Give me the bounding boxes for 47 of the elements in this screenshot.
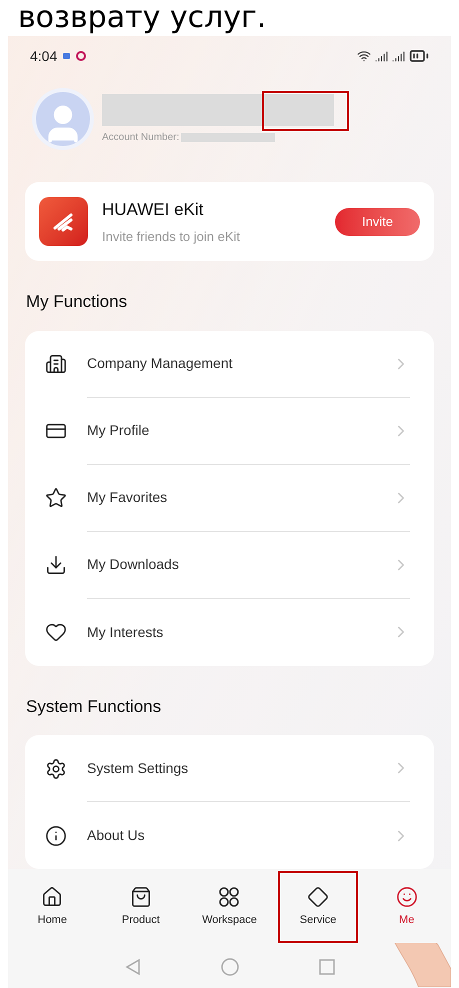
tab[interactable]: Me	[368, 873, 445, 941]
app-logo-icon	[39, 197, 88, 246]
menu-item-label: About Us	[87, 826, 146, 845]
menu-item-label: My Downloads	[87, 555, 180, 574]
menu-item-label: Company Management	[87, 354, 234, 373]
info-icon	[45, 824, 67, 846]
menu-item[interactable]: My Profile	[25, 398, 434, 464]
tab[interactable]: Workspace	[191, 873, 268, 941]
menu-item[interactable]: My Interests	[25, 598, 434, 666]
menu-item-label: My Favorites	[87, 488, 168, 507]
signal-icon	[392, 50, 405, 62]
bag-icon	[130, 886, 152, 908]
section-title: My Functions	[25, 291, 128, 313]
back-icon[interactable]	[124, 958, 140, 976]
menu-item[interactable]: System Settings	[25, 735, 434, 802]
menu-item[interactable]: My Downloads	[25, 532, 434, 598]
menu-item[interactable]: My Favorites	[25, 464, 434, 532]
settings-icon	[45, 758, 67, 780]
tab[interactable]: Product	[102, 873, 179, 941]
caption-text: возврату услуг.	[17, 0, 268, 36]
building-icon	[45, 353, 67, 375]
tab[interactable]: Home	[14, 873, 90, 941]
promo-subtitle: Invite friends to join eKit	[102, 228, 242, 246]
menu-item-label: My Interests	[87, 622, 164, 642]
wifi-icon	[357, 49, 371, 63]
square-icon[interactable]	[318, 958, 334, 974]
menu-item-label: System Settings	[87, 758, 190, 778]
status-time: 4:04	[30, 46, 58, 66]
grid-icon	[218, 886, 240, 908]
notification-icon	[63, 53, 70, 59]
menu-item[interactable]: Company Management	[25, 330, 434, 398]
smiley-icon	[396, 886, 418, 908]
heart-icon	[45, 621, 67, 643]
home-circle-icon[interactable]	[220, 958, 238, 976]
tab[interactable]: Service	[280, 873, 356, 941]
menu-item[interactable]: About Us	[25, 802, 434, 869]
promo-title: HUAWEI eKit	[102, 199, 204, 221]
account-label: Account Number:	[102, 130, 180, 144]
invite-button[interactable]: Invite	[335, 208, 420, 236]
diamond-icon	[307, 886, 330, 908]
home-icon	[41, 886, 64, 908]
section-title: System Functions	[25, 696, 162, 718]
menu-item-label: My Profile	[87, 421, 150, 440]
star-icon	[45, 487, 67, 509]
download-icon	[45, 554, 67, 576]
signal-icon	[375, 50, 388, 62]
app-notification-icon	[76, 51, 86, 61]
